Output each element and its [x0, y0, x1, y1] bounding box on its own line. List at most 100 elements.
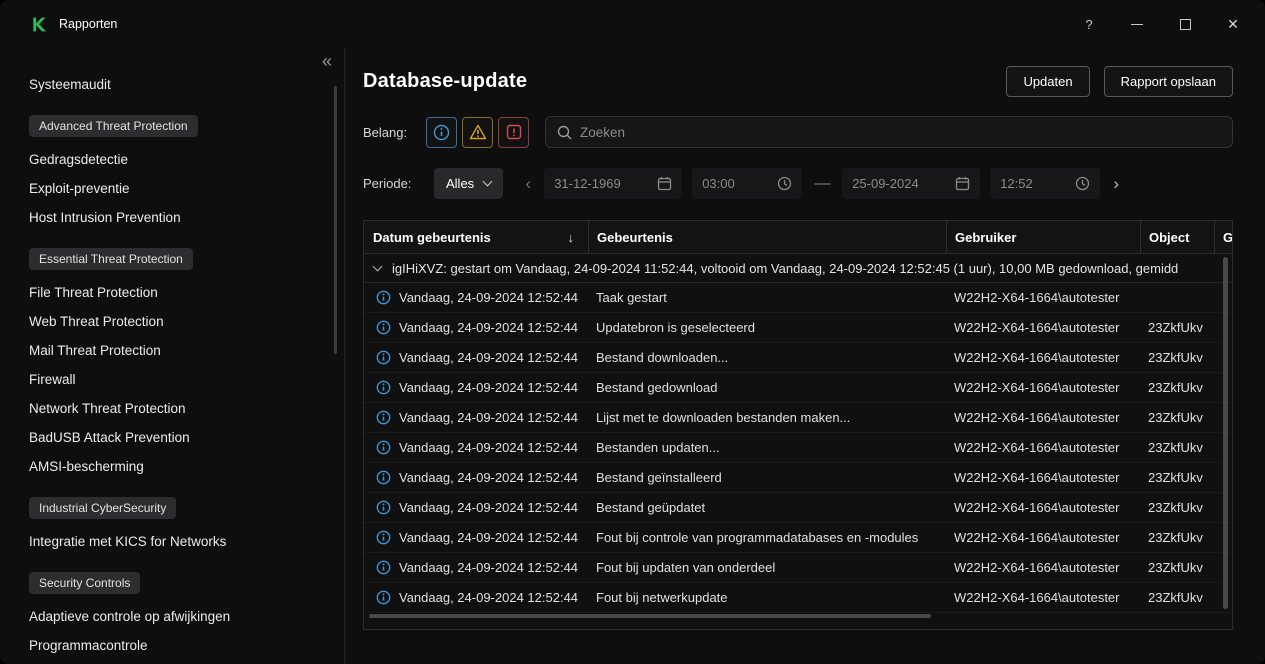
- table-row[interactable]: Vandaag, 24-09-2024 12:52:44 Updatebron i…: [364, 313, 1232, 343]
- kaspersky-logo-icon: [31, 16, 48, 33]
- table-row[interactable]: Vandaag, 24-09-2024 12:52:44Fout bij net…: [364, 583, 1232, 613]
- time-to-value: 12:52: [1000, 176, 1033, 191]
- event-cell: Updatebron is geselecteerd: [588, 320, 946, 335]
- table-row[interactable]: Vandaag, 24-09-2024 12:52:44Bestand down…: [364, 343, 1232, 373]
- event-cell: Fout bij updaten van onderdeel: [588, 560, 946, 575]
- sidebar-item[interactable]: Host Intrusion Prevention: [29, 203, 328, 232]
- date-from-value: 31-12-1969: [554, 176, 621, 191]
- sidebar-item[interactable]: Exploit-preventie: [29, 174, 328, 203]
- sidebar-item[interactable]: Programmacontrole: [29, 631, 328, 660]
- info-icon: [376, 440, 391, 455]
- previous-period-button[interactable]: ‹: [517, 174, 539, 194]
- column-header-date[interactable]: Datum gebeurtenis ↓: [364, 221, 588, 253]
- window-controls: ? ✕: [1065, 0, 1257, 48]
- event-date: Vandaag, 24-09-2024 12:52:44: [399, 590, 578, 605]
- date-to-field[interactable]: 25-09-2024: [842, 168, 980, 199]
- column-header-group[interactable]: Gr: [1214, 221, 1232, 253]
- event-date: Vandaag, 24-09-2024 12:52:44: [399, 320, 578, 335]
- sidebar-item[interactable]: Adaptieve controle op afwijkingen: [29, 602, 328, 631]
- table-row[interactable]: Vandaag, 24-09-2024 12:52:44Taak gestart…: [364, 283, 1232, 313]
- sidebar-item[interactable]: AMSI-bescherming: [29, 452, 328, 481]
- sidebar-scrollbar[interactable]: [334, 86, 337, 354]
- sidebar-collapse-button[interactable]: «: [322, 52, 332, 70]
- sidebar-section: Essential Threat Protection: [29, 248, 328, 270]
- date-cell: Vandaag, 24-09-2024 12:52:44: [364, 380, 588, 395]
- sidebar-item[interactable]: File Threat Protection: [29, 278, 328, 307]
- critical-severity-icon: [506, 124, 522, 140]
- table-row[interactable]: Vandaag, 24-09-2024 12:52:44Bestand geïn…: [364, 463, 1232, 493]
- event-date: Vandaag, 24-09-2024 12:52:44: [399, 350, 578, 365]
- time-from-field[interactable]: 03:00: [692, 168, 802, 199]
- collapse-group-icon: [373, 261, 383, 271]
- severity-critical-toggle[interactable]: [498, 117, 529, 148]
- update-button[interactable]: Updaten: [1006, 66, 1089, 97]
- event-date: Vandaag, 24-09-2024 12:52:44: [399, 410, 578, 425]
- table-row[interactable]: Vandaag, 24-09-2024 12:52:44Bestand geüp…: [364, 493, 1232, 523]
- object-cell: 23ZkfUkv: [1140, 380, 1214, 395]
- sidebar-item[interactable]: BadUSB Attack Prevention: [29, 423, 328, 452]
- main-header: Database-update Updaten Rapport opslaan: [363, 64, 1233, 98]
- time-to-field[interactable]: 12:52: [990, 168, 1100, 199]
- warning-severity-icon: [469, 124, 487, 140]
- minimize-button[interactable]: [1113, 0, 1161, 48]
- table-vertical-scrollbar[interactable]: [1223, 257, 1228, 609]
- info-icon: [376, 590, 391, 605]
- user-cell: W22H2-X64-1664\autotester: [946, 320, 1140, 335]
- event-cell: Bestanden updaten...: [588, 440, 946, 455]
- sidebar-section: Industrial CyberSecurity: [29, 497, 328, 519]
- table-row[interactable]: Vandaag, 24-09-2024 12:52:44Bestand gedo…: [364, 373, 1232, 403]
- close-button[interactable]: ✕: [1209, 0, 1257, 48]
- sidebar-item[interactable]: Network Threat Protection: [29, 394, 328, 423]
- date-cell: Vandaag, 24-09-2024 12:52:44: [364, 410, 588, 425]
- sidebar-item[interactable]: Firewall: [29, 365, 328, 394]
- group-row[interactable]: igIHiXVZ: gestart om Vandaag, 24-09-2024…: [364, 254, 1232, 283]
- clock-icon: [777, 176, 792, 191]
- sidebar-item[interactable]: Web Threat Protection: [29, 307, 328, 336]
- table-row[interactable]: Vandaag, 24-09-2024 12:52:44Lijst met te…: [364, 403, 1232, 433]
- sidebar-item[interactable]: Integratie met KICS for Networks: [29, 527, 328, 556]
- search-box[interactable]: [545, 116, 1233, 148]
- severity-warning-toggle[interactable]: [462, 117, 493, 148]
- date-cell: Vandaag, 24-09-2024 12:52:44: [364, 560, 588, 575]
- info-severity-icon: [433, 124, 450, 141]
- sidebar-section: Security Controls: [29, 572, 328, 594]
- events-table: Datum gebeurtenis ↓ Gebeurtenis Gebruike…: [363, 220, 1233, 630]
- date-cell: Vandaag, 24-09-2024 12:52:44: [364, 590, 588, 605]
- save-report-button[interactable]: Rapport opslaan: [1104, 66, 1233, 97]
- sidebar-item[interactable]: Gedragsdetectie: [29, 145, 328, 174]
- table-row[interactable]: Vandaag, 24-09-2024 12:52:44Bestanden up…: [364, 433, 1232, 463]
- object-cell: 23ZkfUkv: [1140, 410, 1214, 425]
- object-cell: 23ZkfUkv: [1140, 500, 1214, 515]
- column-header-event[interactable]: Gebeurtenis: [588, 221, 946, 253]
- main-panel: Database-update Updaten Rapport opslaan …: [345, 48, 1265, 664]
- table-row[interactable]: Vandaag, 24-09-2024 12:52:44Fout bij con…: [364, 523, 1232, 553]
- column-header-object[interactable]: Object: [1140, 221, 1214, 253]
- table-header: Datum gebeurtenis ↓ Gebeurtenis Gebruike…: [364, 221, 1232, 254]
- maximize-button[interactable]: [1161, 0, 1209, 48]
- column-header-user[interactable]: Gebruiker: [946, 221, 1140, 253]
- sidebar-item[interactable]: Mail Threat Protection: [29, 336, 328, 365]
- sidebar-item[interactable]: Systeemaudit: [29, 70, 328, 99]
- titlebar: Rapporten ? ✕: [0, 0, 1265, 48]
- table-horizontal-scrollbar[interactable]: [369, 614, 931, 618]
- sidebar-section-badge: Essential Threat Protection: [29, 248, 193, 270]
- help-button[interactable]: ?: [1065, 0, 1113, 48]
- period-select[interactable]: Alles: [434, 168, 503, 199]
- app-window: Rapporten ? ✕ « SysteemauditAdvanced Thr…: [0, 0, 1265, 664]
- sort-desc-icon: ↓: [568, 230, 575, 245]
- period-filter-row: Periode: Alles ‹ 31-12-1969 03:00: [363, 168, 1233, 199]
- user-cell: W22H2-X64-1664\autotester: [946, 590, 1140, 605]
- date-cell: Vandaag, 24-09-2024 12:52:44: [364, 290, 588, 305]
- search-input[interactable]: [580, 125, 1221, 140]
- object-cell: 23ZkfUkv: [1140, 530, 1214, 545]
- date-cell: Vandaag, 24-09-2024 12:52:44: [364, 530, 588, 545]
- date-from-field[interactable]: 31-12-1969: [544, 168, 682, 199]
- event-cell: Taak gestart: [588, 290, 946, 305]
- info-icon: [376, 410, 391, 425]
- severity-info-toggle[interactable]: [426, 117, 457, 148]
- table-row[interactable]: Vandaag, 24-09-2024 12:52:44Fout bij upd…: [364, 553, 1232, 583]
- window-title: Rapporten: [59, 17, 117, 31]
- importance-label: Belang:: [363, 125, 426, 140]
- next-period-button[interactable]: ›: [1105, 174, 1127, 194]
- date-cell: Vandaag, 24-09-2024 12:52:44: [364, 320, 588, 335]
